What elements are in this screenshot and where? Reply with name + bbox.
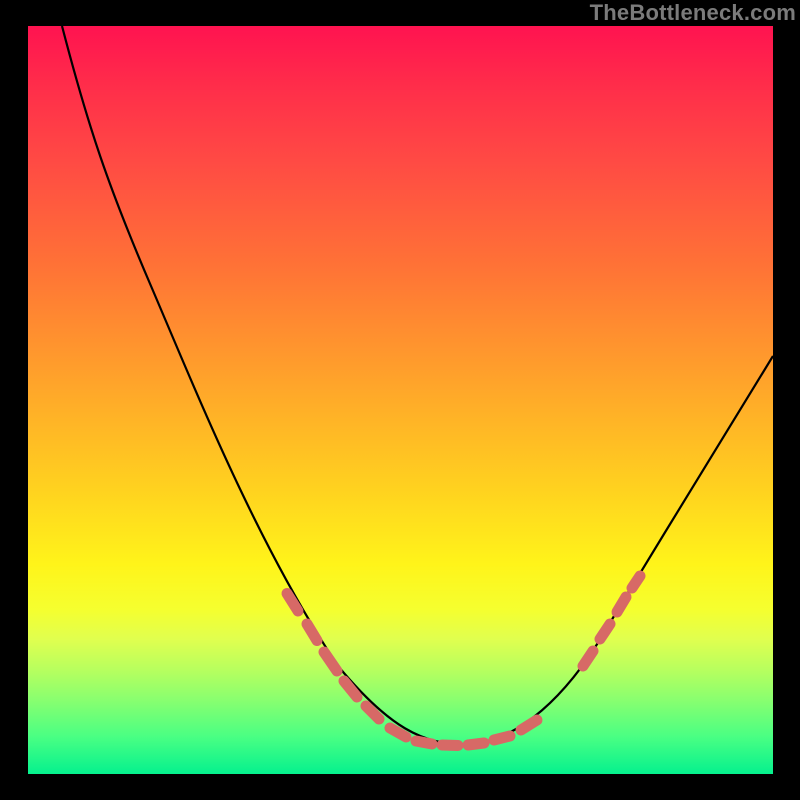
- heatmap-gradient-background: [28, 26, 773, 774]
- chart-frame: [28, 26, 773, 774]
- watermark-text: TheBottleneck.com: [590, 0, 796, 26]
